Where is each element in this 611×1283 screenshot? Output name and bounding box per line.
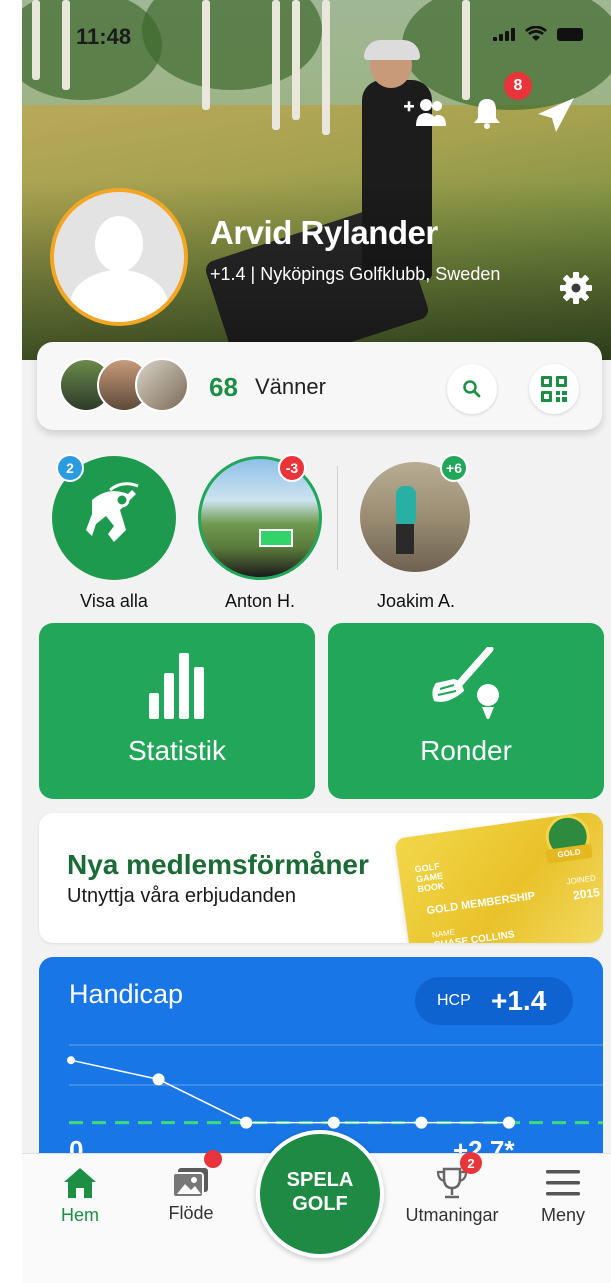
tab-menu[interactable]: Meny (530, 1154, 596, 1226)
story-score-badge: -3 (278, 454, 306, 482)
profile-avatar[interactable] (50, 188, 188, 326)
gold-membership-card-image: GOLF GAME BOOK GOLD MEMBERSHIP JOINED 20… (394, 813, 603, 943)
hcp-label: HCP (437, 992, 471, 1009)
hcp-value: +1.4 (491, 985, 547, 1016)
rounds-count-badge: 2 (56, 454, 84, 482)
tab-challenges-label: Utmaningar (405, 1205, 499, 1225)
card-joined-label: JOINED (566, 873, 597, 887)
tab-menu-label: Meny (540, 1205, 585, 1225)
search-icon (463, 380, 481, 398)
rounds-label: Ronder (420, 735, 512, 766)
wifi-icon (525, 26, 547, 41)
qr-code-icon (541, 376, 567, 402)
search-friends-button[interactable] (447, 364, 497, 414)
card-logo: GOLF GAME BOOK (414, 861, 445, 895)
user-handicap-club: +1.4 | Nyköpings Golfklubb, Sweden (210, 264, 501, 284)
card-membership-text: GOLD MEMBERSHIP (425, 890, 536, 918)
send-message-icon[interactable] (536, 96, 576, 134)
rounds-tile[interactable]: Ronder (328, 623, 604, 799)
card-joined-year: 2015 (572, 884, 601, 903)
promo-title: Nya medlemsförmåner (67, 849, 369, 880)
friends-bar[interactable]: 68 Vänner (37, 342, 602, 430)
promo-subtitle: Utnyttja våra erbjudanden (67, 885, 297, 907)
chart-point (327, 1116, 340, 1129)
chart-point (415, 1116, 428, 1129)
image-feed-icon (172, 1168, 208, 1198)
signal-icon (493, 27, 515, 41)
statistics-label: Statistik (127, 735, 227, 766)
home-screen: 11:48 8 Arvid Rylander +1.4 | Nyköpings … (22, 0, 611, 1283)
chart-point (503, 1116, 515, 1129)
hamburger-menu-icon (546, 1170, 580, 1196)
tab-challenges[interactable]: Utmaningar (396, 1154, 508, 1226)
membership-benefits-banner[interactable]: Nya medlemsförmåner Utnyttja våra erbjud… (39, 813, 603, 943)
status-time: 11:48 (76, 24, 132, 49)
story-score-badge: +6 (440, 454, 468, 482)
story-label-joakim: Joakim A. (376, 591, 456, 611)
user-name: Arvid Rylander (210, 214, 438, 251)
play-golf-button[interactable]: SPELA GOLF (256, 1130, 384, 1258)
story-divider (337, 466, 338, 570)
settings-gear-icon[interactable] (558, 270, 594, 306)
chart-series-line (70, 1059, 509, 1124)
home-icon (64, 1168, 96, 1198)
status-indicators (493, 26, 583, 42)
handicap-title: Handicap (69, 979, 184, 1009)
feed-unread-dot (204, 1150, 222, 1168)
friends-label: Vänner (255, 374, 326, 399)
play-golf-line1: SPELA (286, 1169, 354, 1191)
qr-code-button[interactable] (529, 364, 579, 414)
story-label-anton: Anton H. (224, 591, 296, 611)
challenges-count-badge: 2 (460, 1152, 482, 1174)
play-golf-line2: GOLF (292, 1193, 348, 1215)
bar-chart-icon (149, 653, 204, 719)
hcp-pill: HCP +1.4 (415, 977, 573, 1025)
chart-point (67, 1056, 75, 1065)
chart-point (152, 1073, 165, 1086)
friends-count: 68 (209, 372, 238, 402)
notification-badge: 8 (504, 72, 532, 100)
tab-home-label: Hem (60, 1205, 99, 1225)
bell-icon[interactable] (470, 96, 504, 130)
tab-feed-label: Flöde (168, 1203, 214, 1223)
add-friends-icon[interactable] (402, 96, 446, 130)
friend-avatar (135, 358, 189, 412)
tab-home[interactable]: Hem (50, 1154, 110, 1226)
golf-club-ball-icon (432, 647, 499, 719)
statistics-tile[interactable]: Statistik (39, 623, 315, 799)
chart-point (240, 1116, 253, 1129)
battery-icon (557, 27, 583, 41)
story-label-show-all: Visa alla (80, 591, 148, 611)
